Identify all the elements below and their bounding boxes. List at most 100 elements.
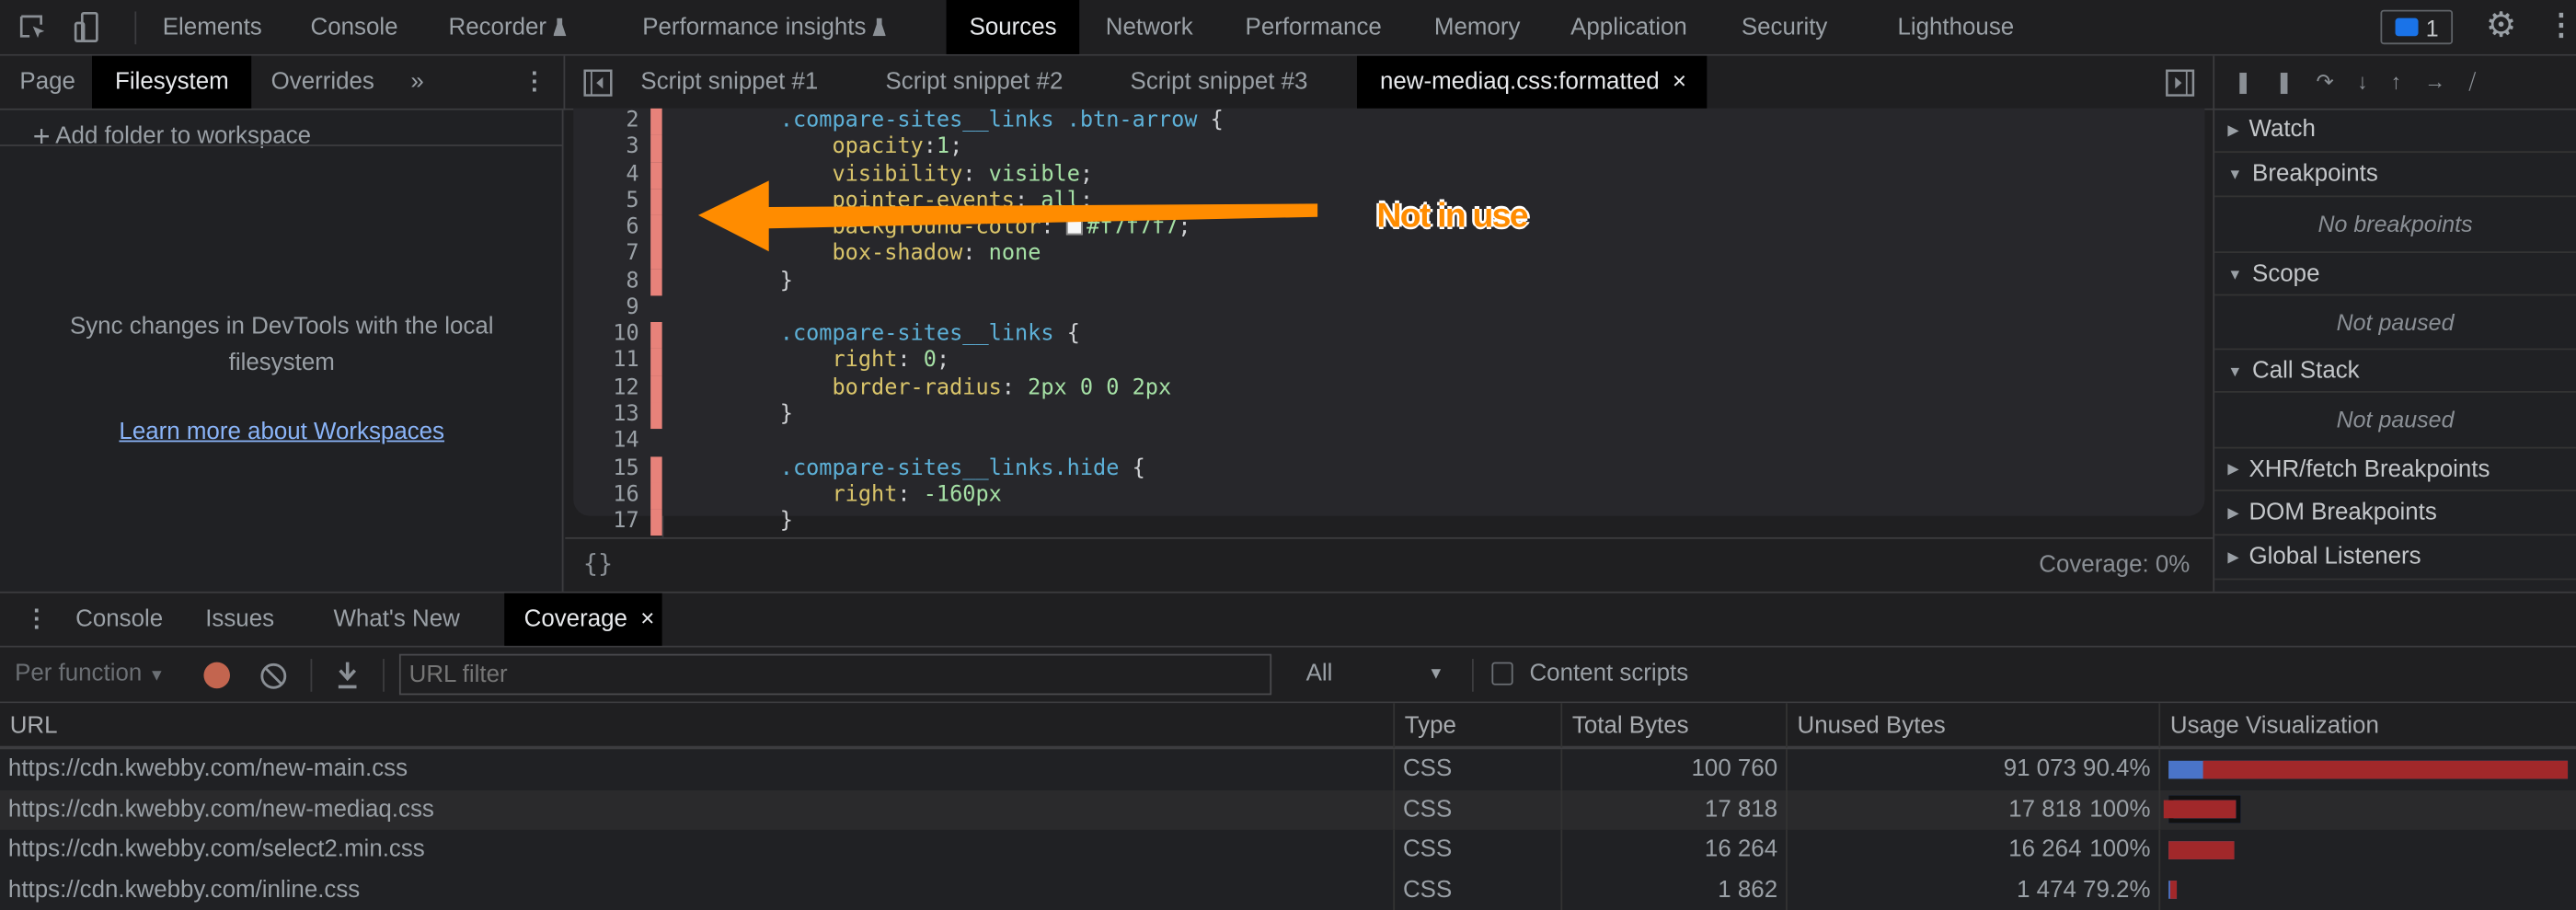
device-toolbar-icon[interactable]	[74, 11, 100, 44]
column-header-type[interactable]: Type	[1393, 703, 1560, 748]
line-number[interactable]: 8	[573, 269, 650, 295]
more-tabs-chevron[interactable]: »	[410, 56, 423, 109]
tab-performance-insights[interactable]: Performance insights	[642, 0, 886, 54]
close-tab-icon[interactable]: ×	[1673, 69, 1686, 96]
line-number[interactable]: 3	[573, 135, 650, 162]
code-line[interactable]: 17 }	[573, 509, 2216, 536]
cell-usage-visualization	[2158, 789, 2576, 830]
mode-select[interactable]: Per function ▼	[15, 661, 165, 687]
more-options-icon[interactable]: ⋮	[2547, 8, 2576, 42]
line-number[interactable]: 14	[573, 429, 650, 455]
section-breakpoints[interactable]: ▼ Breakpoints	[2214, 153, 2576, 198]
drawer-tab-coverage[interactable]: Coverage ×	[504, 593, 663, 646]
line-number[interactable]: 15	[573, 456, 650, 483]
code-token-prop: opacity	[728, 134, 924, 160]
table-row[interactable]: https://cdn.kwebby.com/select2.min.css C…	[0, 829, 2576, 870]
line-number[interactable]: 4	[573, 162, 650, 189]
tab-console[interactable]: Console	[310, 0, 397, 54]
tab-elements[interactable]: Elements	[163, 0, 262, 54]
section-global-listeners[interactable]: ▶ Global Listeners	[2214, 536, 2576, 581]
column-header-usage-visualization[interactable]: Usage Visualization	[2158, 703, 2576, 748]
pause-icon[interactable]: ❚❚	[2235, 69, 2317, 94]
section-call-stack[interactable]: ▼ Call Stack	[2214, 348, 2576, 393]
drawer-tab-whats-new[interactable]: What's New	[333, 593, 459, 646]
editor-tab-new-mediaq[interactable]: new-mediaq.css:formatted ×	[1356, 55, 1708, 109]
section-watch[interactable]: ▶ Watch	[2214, 109, 2576, 154]
pretty-print-button[interactable]: {}	[583, 548, 613, 578]
unused-bar	[2169, 881, 2177, 900]
section-scope[interactable]: ▼ Scope	[2214, 251, 2576, 296]
code-line[interactable]: 15 .compare-sites__links.hide {	[573, 455, 2216, 483]
learn-more-link[interactable]: Learn more about Workspaces	[0, 419, 563, 445]
toggle-navigator-icon[interactable]	[583, 69, 613, 97]
column-header-unused-bytes[interactable]: Unused Bytes	[1786, 703, 2158, 748]
code-line[interactable]: 16 right: -160px	[573, 482, 2216, 510]
clear-icon[interactable]	[259, 662, 287, 690]
navigator-tab-filesystem[interactable]: Filesystem	[91, 55, 252, 109]
line-number[interactable]: 7	[573, 242, 650, 269]
table-row[interactable]: https://cdn.kwebby.com/new-main.css CSS …	[0, 749, 2576, 790]
code-line[interactable]: 12 border-radius: 2px 0 0 2px	[573, 375, 2216, 403]
deactivate-breakpoints-icon[interactable]: ⧸	[2468, 69, 2499, 94]
drawer-menu-icon[interactable]: ⋮	[25, 593, 49, 646]
editor-tab-snippet-3[interactable]: Script snippet #3	[1131, 56, 1308, 109]
line-number[interactable]: 11	[573, 349, 650, 375]
export-download-icon[interactable]	[335, 661, 360, 690]
tab-sources[interactable]: Sources	[946, 0, 1080, 54]
step-out-icon[interactable]: ↑	[2391, 69, 2425, 94]
line-number[interactable]: 5	[573, 189, 650, 215]
code-line[interactable]: 11 right: 0;	[573, 349, 2216, 376]
line-number[interactable]: 10	[573, 322, 650, 349]
navigator-tab-overrides[interactable]: Overrides	[271, 56, 374, 109]
line-number[interactable]: 6	[573, 215, 650, 242]
no-breakpoints-text: No breakpoints	[2317, 210, 2473, 237]
code-line[interactable]: 13 }	[573, 402, 2216, 430]
code-line[interactable]: 2 .compare-sites__links .btn-arrow {	[573, 108, 2216, 135]
tab-recorder[interactable]: Recorder	[448, 0, 567, 54]
content-scripts-checkbox[interactable]	[1491, 662, 1513, 685]
record-icon[interactable]	[203, 662, 230, 689]
code-line[interactable]: 10 .compare-sites__links {	[573, 322, 2216, 350]
code-content[interactable]: 2 .compare-sites__links .btn-arrow {3 op…	[573, 108, 2205, 536]
line-number[interactable]: 13	[573, 402, 650, 429]
settings-gear-icon[interactable]: ⚙	[2486, 5, 2517, 46]
drawer-tab-console[interactable]: Console	[75, 593, 163, 646]
editor-tab-snippet-1[interactable]: Script snippet #1	[640, 56, 818, 109]
type-filter-select[interactable]: All ▼	[1306, 661, 1451, 687]
editor-tab-snippet-2[interactable]: Script snippet #2	[885, 56, 1063, 109]
tab-lighthouse[interactable]: Lighthouse	[1897, 0, 2014, 54]
tab-performance[interactable]: Performance	[1246, 0, 1382, 54]
navigator-menu-icon[interactable]: ⋮	[523, 56, 546, 109]
step-icon[interactable]: →	[2424, 69, 2468, 94]
line-number[interactable]: 2	[573, 109, 650, 135]
step-into-icon[interactable]: ↓	[2357, 69, 2391, 94]
line-number[interactable]: 9	[573, 295, 650, 322]
toggle-debugger-icon[interactable]	[2166, 69, 2195, 97]
usage-bar	[2168, 840, 2235, 859]
section-xhr-breakpoints[interactable]: ▶ XHR/fetch Breakpoints	[2214, 446, 2576, 491]
table-row[interactable]: https://cdn.kwebby.com/inline.css CSS 1 …	[0, 870, 2576, 910]
step-over-icon[interactable]: ↷	[2316, 69, 2356, 94]
column-header-url[interactable]: URL	[0, 703, 1393, 747]
code-line[interactable]: 8 }	[573, 269, 2216, 296]
table-row[interactable]: https://cdn.kwebby.com/new-mediaq.css CS…	[0, 789, 2576, 830]
code-line[interactable]: 9	[573, 295, 2216, 322]
tab-network[interactable]: Network	[1106, 0, 1193, 54]
url-filter-input[interactable]	[398, 653, 1272, 696]
tab-memory[interactable]: Memory	[1434, 0, 1521, 54]
column-header-total-bytes[interactable]: Total Bytes	[1560, 703, 1786, 748]
line-number[interactable]: 12	[573, 375, 650, 402]
code-line[interactable]: 14	[573, 429, 2216, 455]
navigator-tab-page[interactable]: Page	[19, 56, 75, 109]
add-folder-button[interactable]: + Add folder to workspace	[33, 120, 311, 154]
tab-security[interactable]: Security	[1742, 0, 1828, 54]
line-number[interactable]: 17	[573, 510, 650, 536]
drawer-tab-issues[interactable]: Issues	[205, 593, 274, 646]
line-number[interactable]: 16	[573, 483, 650, 510]
issues-badge[interactable]: 1	[2380, 9, 2454, 45]
section-dom-breakpoints[interactable]: ▶ DOM Breakpoints	[2214, 491, 2576, 536]
code-line[interactable]: 3 opacity:1;	[573, 134, 2216, 163]
tab-application[interactable]: Application	[1570, 0, 1687, 54]
close-tab-icon[interactable]: ×	[640, 606, 654, 633]
inspect-element-icon[interactable]	[18, 13, 48, 42]
